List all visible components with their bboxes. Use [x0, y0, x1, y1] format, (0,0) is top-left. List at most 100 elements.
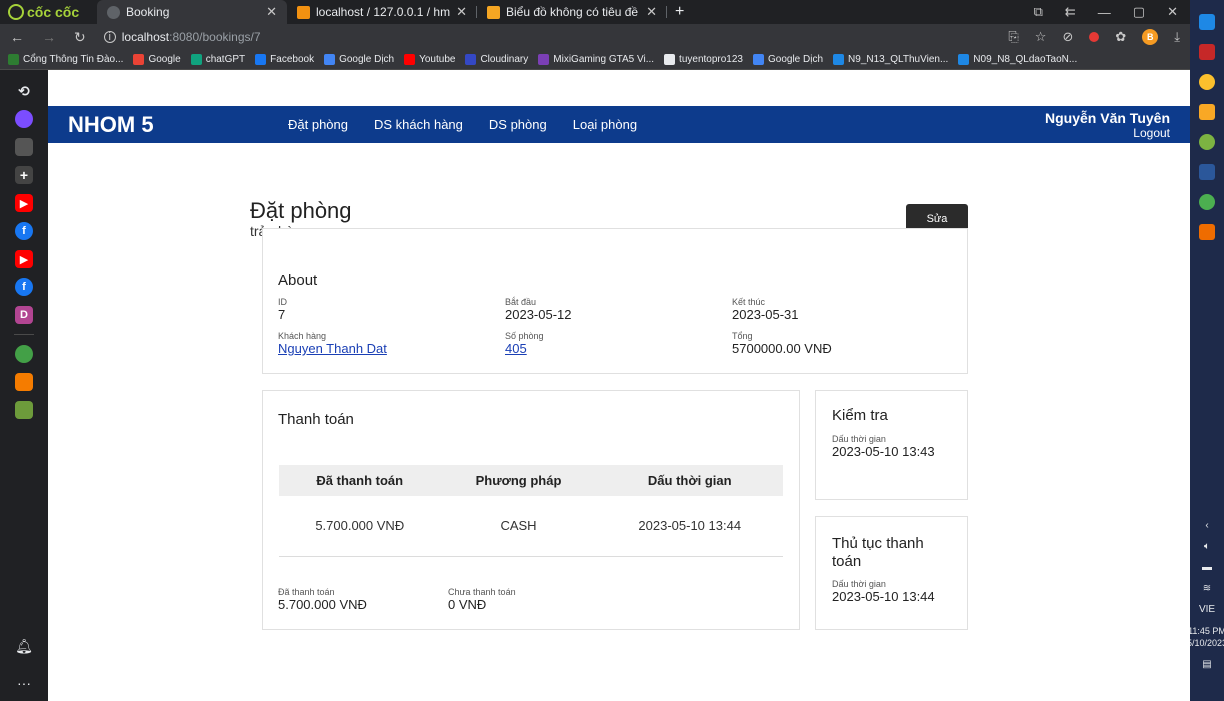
url-path: :8080/bookings/7 [169, 30, 261, 44]
system-tray: ‹ 🔈︎ ▬ ≋ VIE 11:45 PM 5/10/2023 ▤ [1187, 520, 1224, 670]
bookmark-item[interactable]: Cổng Thông Tin Đào... [8, 54, 123, 65]
nav-links: Đặt phòng DS khách hàng DS phòng Loại ph… [288, 117, 637, 132]
id-label: ID [278, 297, 287, 307]
forward-icon[interactable]: → [42, 29, 56, 45]
app-brand[interactable]: NHOM 5 [68, 112, 288, 138]
shop-icon[interactable] [15, 373, 33, 391]
bookmark-item[interactable]: Google Dịch [753, 54, 823, 65]
minimize-icon[interactable]: — [1098, 5, 1111, 20]
bookmark-item[interactable]: Cloudinary [465, 54, 528, 65]
app-icon[interactable] [15, 138, 33, 156]
bookmark-item[interactable]: MixiGaming GTA5 Vi... [538, 54, 654, 65]
word-icon[interactable] [1199, 164, 1215, 180]
d-app-icon[interactable]: D [15, 306, 33, 324]
id-value: 7 [278, 307, 286, 322]
tab-chart[interactable]: Biểu đồ không có tiêu đề - ✕ [477, 0, 667, 24]
bookmark-item[interactable]: Google [133, 54, 181, 65]
logout-link[interactable]: Logout [1045, 126, 1170, 140]
minecraft-icon[interactable] [15, 401, 33, 419]
notification-icon[interactable]: ▤ [1202, 659, 1211, 670]
bookmark-item[interactable]: chatGPT [190, 54, 245, 65]
unpaid-value: 0 VNĐ [448, 597, 487, 612]
share-icon[interactable]: ⎘ [1008, 29, 1018, 45]
coccoc-icon[interactable] [1199, 134, 1215, 150]
bookmark-item[interactable]: Youtube [404, 54, 455, 65]
bookmark-icon [664, 54, 676, 65]
record-icon[interactable] [1089, 32, 1100, 42]
back-icon[interactable]: ← [10, 29, 24, 45]
messenger-icon[interactable] [15, 110, 33, 128]
game-icon[interactable] [15, 345, 33, 363]
maximize-icon[interactable]: ▢ [1133, 4, 1145, 20]
tab-phpmyadmin[interactable]: localhost / 127.0.0.1 / hms / ✕ [287, 0, 477, 24]
coccoc-logo[interactable]: cốc cốc [0, 0, 97, 24]
new-tab-button[interactable]: + [667, 3, 692, 21]
room-label: Số phòng [505, 331, 544, 341]
nav-rooms[interactable]: DS phòng [489, 117, 547, 132]
profile-avatar[interactable]: B [1142, 29, 1159, 45]
bookmark-item[interactable]: Facebook [255, 54, 314, 65]
clock-time: 11:45 PM [1188, 626, 1224, 636]
facebook-icon[interactable]: f [15, 278, 33, 296]
facebook-icon[interactable]: f [15, 222, 33, 240]
check-ts-value: 2023-05-10 13:43 [832, 444, 935, 459]
clock[interactable]: 11:45 PM 5/10/2023 [1187, 625, 1224, 649]
wifi-icon[interactable]: ≋ [1203, 583, 1211, 594]
youtube-icon[interactable]: ▶ [15, 194, 33, 212]
close-icon[interactable]: ✕ [646, 4, 657, 20]
youtube-icon[interactable]: ▶ [15, 250, 33, 268]
language-indicator[interactable]: VIE [1199, 604, 1215, 615]
col-paid: Đã thanh toán [279, 465, 441, 496]
bookmark-item[interactable]: N09_N8_QLdaoTaoN... [958, 54, 1077, 65]
chrome-icon[interactable] [1199, 74, 1215, 90]
browser-tab-strip: cốc cốc Booking ✕ localhost / 127.0.0.1 … [0, 0, 1190, 24]
nav-customers[interactable]: DS khách hàng [374, 117, 463, 132]
close-icon[interactable]: ✕ [456, 4, 467, 20]
unpaid-label: Chưa thanh toán [448, 587, 516, 597]
info-icon[interactable]: i [103, 31, 116, 43]
chevron-left-icon[interactable]: ‹ [1205, 520, 1208, 531]
app-icon[interactable] [1199, 194, 1215, 210]
tab-search-icon[interactable]: ⧉ [1034, 4, 1043, 20]
extensions-icon[interactable]: ✿ [1115, 29, 1126, 45]
download-icon[interactable]: ⤓ [1174, 29, 1180, 45]
bookmark-label: tuyentopro123 [679, 54, 743, 65]
page-title: Đặt phòng [250, 198, 352, 223]
checkout-ts-label: Dấu thời gian [832, 579, 886, 589]
bookmark-item[interactable]: N9_N13_QLThuVien... [833, 54, 948, 65]
battery-icon[interactable]: ▬ [1202, 562, 1212, 573]
nav-room-types[interactable]: Loại phòng [573, 117, 637, 132]
nav-booking[interactable]: Đặt phòng [288, 117, 348, 132]
browser-brand: cốc cốc [27, 4, 80, 20]
customer-link[interactable]: Nguyen Thanh Dat [278, 341, 387, 356]
cell-paid: 5.700.000 VNĐ [279, 496, 441, 557]
star-icon[interactable]: ☆ [1035, 29, 1047, 45]
reload-icon[interactable]: ↻ [74, 29, 86, 46]
bookmark-label: Google Dịch [768, 54, 824, 65]
bookmark-item[interactable]: tuyentopro123 [664, 54, 743, 65]
office-icon[interactable] [1199, 224, 1215, 240]
close-icon[interactable]: ✕ [266, 4, 277, 20]
bookmark-icon [958, 54, 970, 65]
payment-title: Thanh toán [278, 411, 354, 428]
close-window-icon[interactable]: ✕ [1167, 4, 1178, 20]
bookmark-label: N9_N13_QLThuVien... [848, 54, 949, 65]
browser-sidebar: ⟲ + ▶ f ▶ f D 🔔︎ ··· [0, 70, 48, 701]
url-field[interactable]: i localhost:8080/bookings/7 [103, 30, 261, 44]
bookmark-item[interactable]: Google Dịch [324, 54, 394, 65]
about-title: About [278, 272, 318, 289]
folder-icon[interactable] [1199, 104, 1215, 120]
more-icon[interactable]: ··· [17, 675, 31, 691]
volume-icon[interactable]: 🔈︎ [1204, 541, 1210, 552]
disabled-icon[interactable]: ⊘ [1062, 29, 1073, 45]
bookmark-icon [255, 54, 267, 65]
history-icon[interactable]: ⟲ [15, 82, 33, 100]
back-arrow-icon[interactable]: ⇇ [1065, 4, 1076, 20]
bookmark-label: Cloudinary [480, 54, 529, 65]
windows-icon[interactable] [1199, 14, 1215, 30]
app-icon[interactable] [1199, 44, 1215, 60]
bell-icon[interactable]: 🔔︎ [15, 638, 33, 655]
room-link[interactable]: 405 [505, 341, 544, 356]
tab-booking[interactable]: Booking ✕ [97, 0, 287, 24]
add-icon[interactable]: + [15, 166, 33, 184]
